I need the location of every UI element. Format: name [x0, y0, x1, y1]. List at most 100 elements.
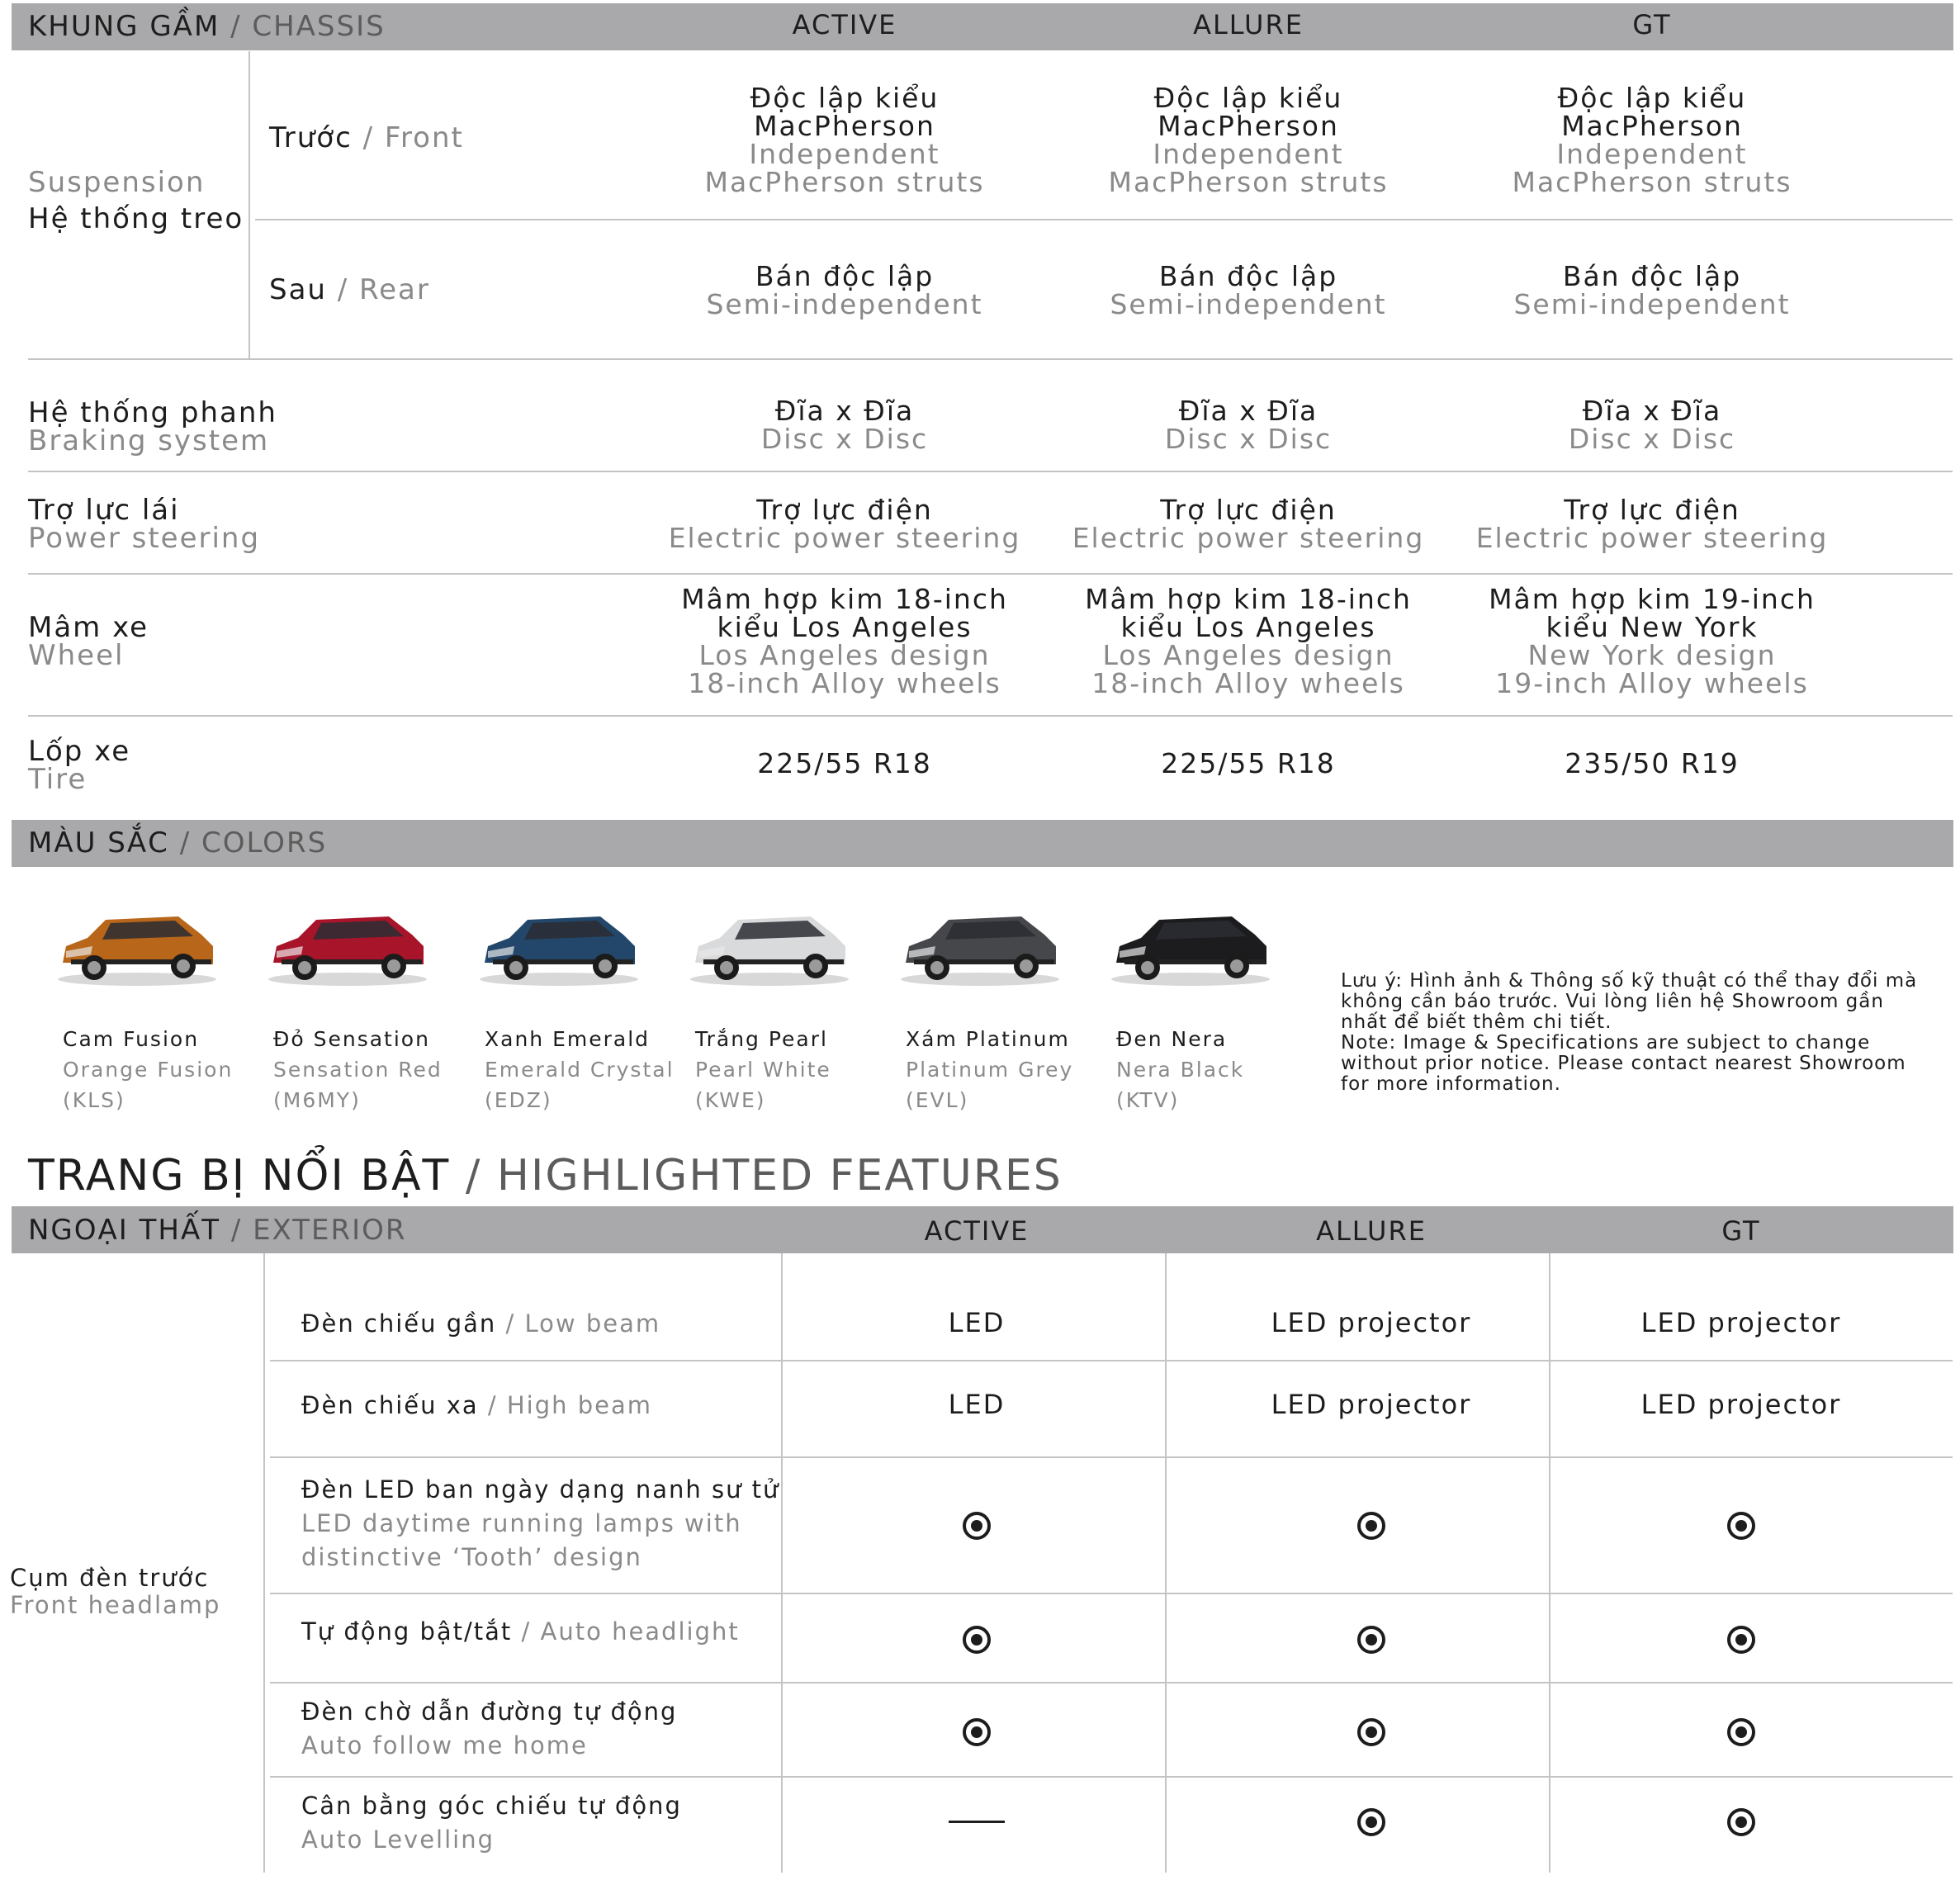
autolevelling-allure-check-icon — [1357, 1808, 1385, 1836]
front-allure-en1: Independent — [1153, 138, 1344, 170]
color-label-6: Đen Nera Nera Black (KTV) — [1116, 1024, 1244, 1115]
wheel-allure-vi2: kiểu Los Angeles — [1120, 611, 1376, 643]
feat-hline-1 — [270, 1360, 1953, 1361]
lowbeam-label: Đèn chiếu gần / Low beam — [301, 1307, 660, 1341]
feat-vline-group — [263, 1253, 265, 1873]
exterior-title: NGOẠI THẤT / EXTERIOR — [28, 1214, 407, 1247]
front-allure-vi1: Độc lập kiểu — [1153, 82, 1343, 114]
color-code: (KLS) — [63, 1088, 125, 1112]
drl-label-en2: distinctive ‘Tooth’ design — [301, 1543, 642, 1571]
front-active-en1: Independent — [749, 138, 940, 170]
followmehome-label-en: Auto follow me home — [301, 1731, 588, 1759]
suspension-label-en: Suspension — [28, 166, 206, 199]
front-label-vi: Trước — [269, 121, 353, 154]
features-title-en: / HIGHLIGHTED FEATURES — [465, 1151, 1063, 1200]
wheel-gt: Mâm hợp kim 19-inch kiểu New York New Yo… — [1454, 585, 1850, 698]
steering-gt: Trợ lực điện Electric power steering — [1454, 496, 1850, 552]
autoheadlight-active-check-icon — [963, 1626, 991, 1654]
front-allure-en2: MacPherson struts — [1108, 166, 1389, 198]
suspension-divider — [249, 51, 250, 358]
rear-allure-vi: Bán độc lập — [1158, 260, 1338, 292]
front-gt-vi2: MacPherson — [1561, 110, 1743, 142]
headlamp-group-en: Front headlamp — [10, 1591, 221, 1619]
exterior-title-en: / EXTERIOR — [230, 1214, 407, 1247]
steering-allure-vi: Trợ lực điện — [1160, 494, 1337, 526]
color-name-en: Nera Black — [1116, 1058, 1245, 1082]
wheel-gt-vi1: Mâm hợp kim 19-inch — [1489, 583, 1816, 615]
wheel-gt-vi2: kiểu New York — [1546, 611, 1759, 643]
chassis-title-en: / CHASSIS — [230, 10, 386, 43]
front-label-en: / Front — [362, 121, 464, 154]
autolevelling-label-vi: Cân bằng góc chiếu tự động — [301, 1792, 682, 1820]
feat-vline-2 — [1165, 1253, 1167, 1873]
feat-hline-4 — [270, 1682, 1953, 1683]
braking-gt-vi: Đĩa x Đĩa — [1582, 395, 1722, 427]
tire-label-vi: Lốp xe — [28, 735, 131, 768]
wheel-active-vi1: Mâm hợp kim 18-inch — [681, 583, 1008, 615]
features-col-allure: ALLURE — [1316, 1215, 1427, 1247]
rear-active-vi: Bán độc lập — [755, 260, 935, 292]
front-allure: Độc lập kiểu MacPherson Independent MacP… — [1050, 84, 1446, 197]
front-allure-vi2: MacPherson — [1158, 110, 1339, 142]
wheel-allure-en2: 18-inch Alloy wheels — [1091, 667, 1405, 699]
car-image-4 — [687, 898, 852, 989]
car-image-1 — [54, 898, 220, 989]
braking-bottom-line — [28, 471, 1953, 472]
highbeam-label-en: / High beam — [487, 1391, 653, 1419]
feat-hline-3 — [270, 1593, 1953, 1594]
color-name-vi: Xám Platinum — [906, 1027, 1070, 1051]
car-image-6 — [1108, 898, 1273, 989]
color-name-en: Sensation Red — [273, 1058, 443, 1082]
steering-label-vi: Trợ lực lái — [28, 494, 180, 527]
color-label-3: Xanh Emerald Emerald Crystal (EDZ) — [485, 1024, 675, 1115]
followmehome-label-vi: Đèn chờ dẫn đường tự động — [301, 1698, 678, 1726]
rear-gt-vi: Bán độc lập — [1562, 260, 1742, 292]
braking-active: Đĩa x Đĩa Disc x Disc — [646, 397, 1043, 453]
steering-allure-en: Electric power steering — [1072, 522, 1425, 554]
car-image-3 — [476, 898, 641, 989]
steering-bottom-line — [28, 573, 1953, 575]
drl-label-en1: LED daytime running lamps with — [301, 1509, 742, 1537]
chassis-col-active: ACTIVE — [792, 9, 897, 40]
color-name-en: Pearl White — [695, 1058, 831, 1082]
color-code: (M6MY) — [273, 1088, 361, 1112]
colors-title: MÀU SẮC / COLORS — [28, 826, 327, 859]
features-title: TRANG BỊ NỔI BẬT / HIGHLIGHTED FEATURES — [28, 1151, 1063, 1200]
front-active-vi1: Độc lập kiểu — [750, 82, 940, 114]
exterior-title-vi: NGOẠI THẤT — [28, 1214, 220, 1247]
suspension-bottom-line — [28, 358, 1953, 360]
colors-note-vi: Lưu ý: Hình ảnh & Thông số kỹ thuật có t… — [1341, 970, 1918, 1033]
headlamp-group-label: Cụm đèn trước Front headlamp — [10, 1565, 220, 1619]
chassis-col-allure: ALLURE — [1193, 9, 1304, 40]
autolevelling-label-en: Auto Levelling — [301, 1826, 495, 1854]
rear-label-en: / Rear — [337, 273, 430, 306]
front-gt: Độc lập kiểu MacPherson Independent MacP… — [1454, 84, 1850, 197]
tire-label-en: Tire — [28, 763, 88, 796]
followmehome-active-check-icon — [963, 1718, 991, 1746]
steering-gt-vi: Trợ lực điện — [1564, 494, 1740, 526]
colors-title-vi: MÀU SẮC — [28, 826, 169, 859]
front-active-en2: MacPherson struts — [704, 166, 985, 198]
braking-allure: Đĩa x Đĩa Disc x Disc — [1050, 397, 1446, 453]
braking-active-vi: Đĩa x Đĩa — [774, 395, 915, 427]
wheel-active-en2: 18-inch Alloy wheels — [688, 667, 1001, 699]
rear-active-en: Semi-independent — [706, 288, 983, 320]
rear-active: Bán độc lập Semi-independent — [646, 263, 1043, 319]
feat-vline-1 — [781, 1253, 783, 1873]
tire-allure: 225/55 R18 — [1161, 747, 1336, 779]
feat-hline-2 — [270, 1456, 1953, 1458]
color-name-vi: Đỏ Sensation — [273, 1027, 430, 1051]
braking-gt: Đĩa x Đĩa Disc x Disc — [1454, 397, 1850, 453]
autolevelling-gt-check-icon — [1727, 1808, 1755, 1836]
color-name-vi: Trắng Pearl — [695, 1027, 828, 1051]
wheel-active-vi2: kiểu Los Angeles — [717, 611, 973, 643]
steering-active-vi: Trợ lực điện — [756, 494, 933, 526]
braking-gt-en: Disc x Disc — [1568, 423, 1736, 455]
followmehome-allure-check-icon — [1357, 1718, 1385, 1746]
steering-active: Trợ lực điện Electric power steering — [646, 496, 1043, 552]
followmehome-gt-check-icon — [1727, 1718, 1755, 1746]
front-active-vi2: MacPherson — [754, 110, 935, 142]
colors-note: Lưu ý: Hình ảnh & Thông số kỹ thuật có t… — [1341, 971, 1935, 1095]
color-name-en: Platinum Grey — [906, 1058, 1074, 1082]
tire-active: 225/55 R18 — [757, 747, 932, 779]
